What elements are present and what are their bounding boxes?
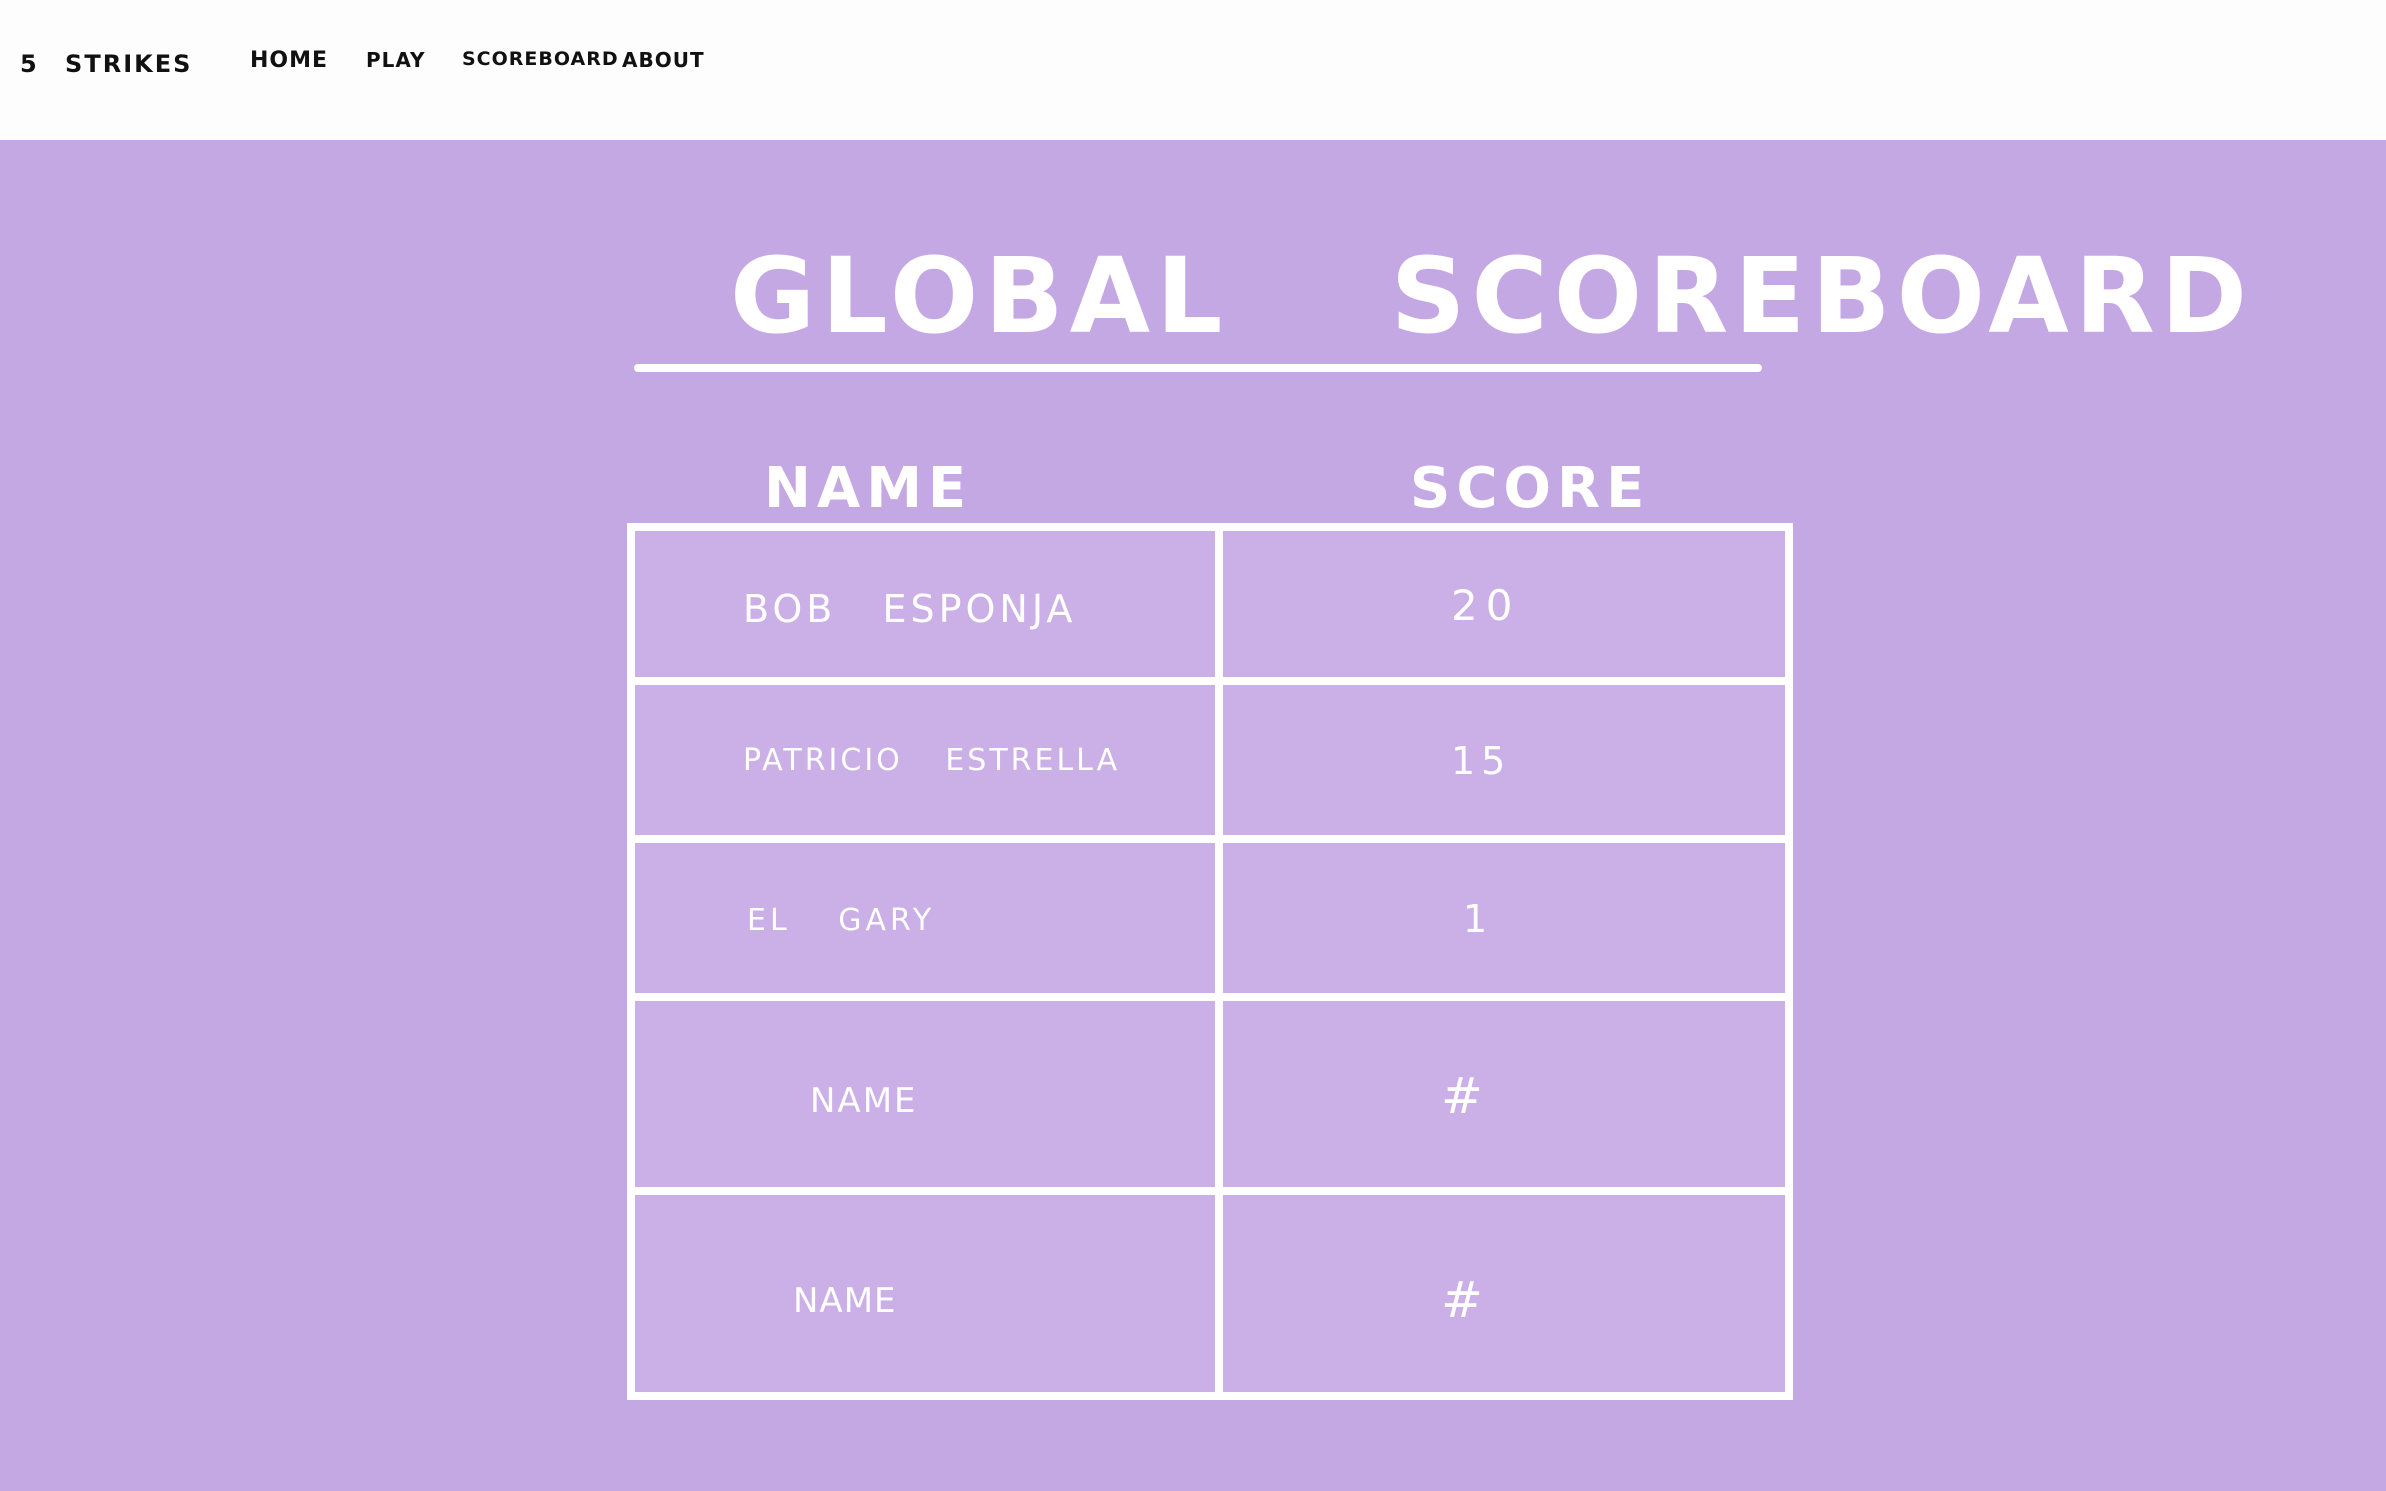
- player-name: NAME: [793, 1281, 897, 1321]
- nav-item-scoreboard[interactable]: SCOREBOARD: [462, 48, 619, 70]
- player-score: 1: [1463, 897, 1488, 941]
- player-name: BOB ESPONJA: [743, 587, 1077, 631]
- table-row: PATRICIO ESTRELLA 15: [635, 677, 1785, 835]
- brand-logo[interactable]: 5 STRIKES: [20, 50, 192, 78]
- score-cell: 20: [1223, 531, 1785, 677]
- table-row: NAME #: [635, 1187, 1785, 1400]
- name-cell: EL GARY: [635, 843, 1223, 993]
- player-score: #: [1441, 1271, 1483, 1329]
- title-underline: [634, 364, 1762, 372]
- score-cell: 15: [1223, 685, 1785, 835]
- score-cell: 1: [1223, 843, 1785, 993]
- column-header-score: SCORE: [1410, 456, 1651, 521]
- nav-item-home[interactable]: HOME: [250, 48, 328, 73]
- player-score: 20: [1451, 581, 1521, 630]
- player-score: 15: [1451, 739, 1512, 783]
- scoreboard-table: BOB ESPONJA 20 PATRICIO ESTRELLA 15 EL G…: [627, 523, 1793, 1400]
- table-row: BOB ESPONJA 20: [635, 531, 1785, 677]
- score-cell: #: [1223, 1195, 1785, 1400]
- name-cell: PATRICIO ESTRELLA: [635, 685, 1223, 835]
- player-score: #: [1441, 1067, 1483, 1125]
- page-title: GLOBAL SCOREBOARD: [730, 235, 2254, 357]
- name-cell: NAME: [635, 1001, 1223, 1187]
- score-cell: #: [1223, 1001, 1785, 1187]
- table-row: EL GARY 1: [635, 835, 1785, 993]
- player-name: EL GARY: [747, 903, 936, 938]
- name-cell: BOB ESPONJA: [635, 531, 1223, 677]
- name-cell: NAME: [635, 1195, 1223, 1400]
- header-bar: 5 STRIKES HOME PLAY SCOREBOARD ABOUT: [0, 0, 2386, 140]
- nav-item-play[interactable]: PLAY: [366, 48, 425, 72]
- column-header-name: NAME: [764, 456, 973, 521]
- nav-item-about[interactable]: ABOUT: [622, 48, 705, 72]
- player-name: NAME: [810, 1081, 918, 1121]
- table-row: NAME #: [635, 993, 1785, 1187]
- player-name: PATRICIO ESTRELLA: [743, 743, 1121, 778]
